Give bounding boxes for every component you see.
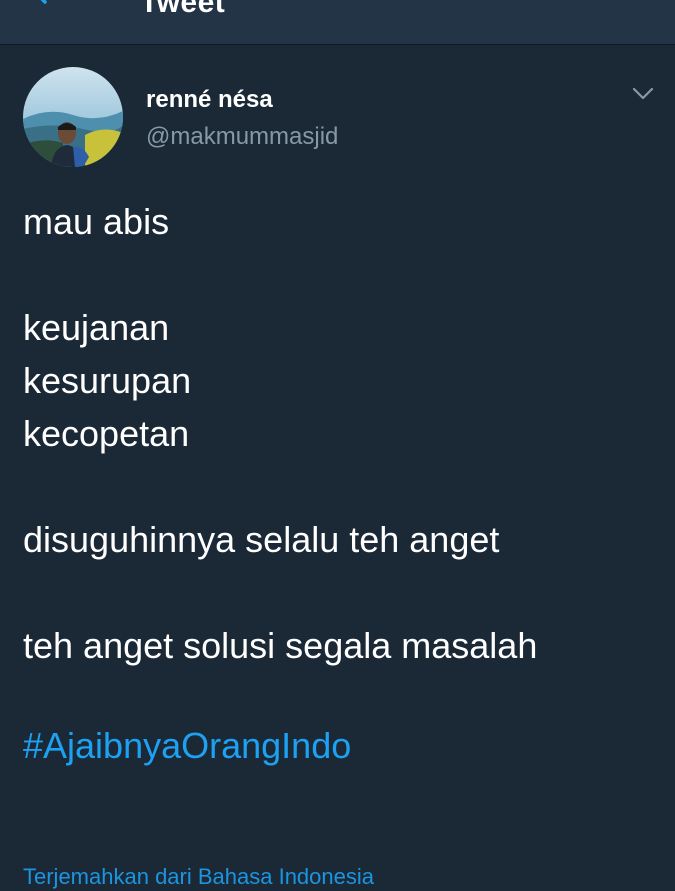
hashtag-link[interactable]: #AjaibnyaOrangIndo: [23, 722, 351, 770]
tweet-text: mau abis keujanan kesurupan kecopetan di…: [23, 195, 663, 672]
tweet-line: kecopetan: [23, 413, 190, 454]
chevron-down-icon[interactable]: [632, 87, 654, 101]
tweet-line: kesurupan: [23, 360, 192, 401]
top-app-bar: Tweet: [0, 0, 675, 45]
translate-link[interactable]: Terjemahkan dari Bahasa Indonesia: [23, 863, 374, 891]
author-handle[interactable]: @makmummasjid: [146, 123, 338, 151]
avatar[interactable]: [23, 67, 123, 167]
back-arrow-icon[interactable]: [28, 0, 54, 4]
tweet-line: teh anget solusi segala masalah: [23, 625, 538, 666]
tweet-line: keujanan: [23, 307, 170, 348]
tweet-card: renné nésa @makmummasjid mau abis keujan…: [0, 45, 675, 889]
tweet-line: disuguhinnya selalu teh anget: [23, 519, 500, 560]
author-display-name[interactable]: renné nésa: [146, 86, 273, 114]
tweet-line: mau abis: [23, 201, 170, 242]
avatar-image: [23, 67, 123, 167]
page-title: Tweet: [140, 0, 226, 19]
